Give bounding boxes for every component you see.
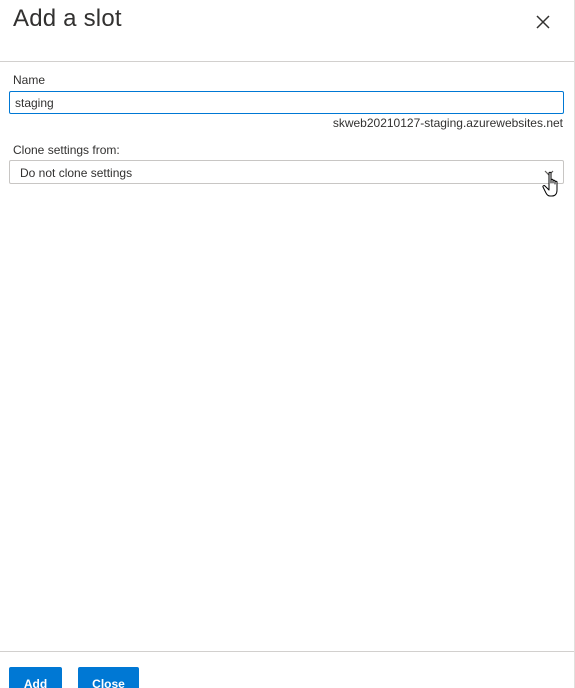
chevron-down-icon: [544, 170, 554, 176]
footer-divider: [0, 651, 574, 652]
panel-title: Add a slot: [13, 5, 122, 32]
hostname-hint: skweb20210127-staging.azurewebsites.net: [332, 116, 563, 130]
clone-settings-label: Clone settings from:: [13, 143, 120, 157]
name-input[interactable]: [9, 91, 564, 114]
close-button[interactable]: Close: [78, 667, 139, 688]
close-panel-button[interactable]: [532, 11, 554, 33]
add-slot-panel: Add a slot Name skweb20210127-staging.az…: [0, 0, 575, 688]
name-label: Name: [13, 73, 46, 87]
add-button[interactable]: Add: [9, 667, 62, 688]
close-icon: [536, 15, 550, 29]
clone-settings-dropdown[interactable]: Do not clone settings: [9, 160, 564, 184]
panel-header: Add a slot: [0, 0, 574, 62]
clone-settings-value: Do not clone settings: [20, 166, 133, 180]
